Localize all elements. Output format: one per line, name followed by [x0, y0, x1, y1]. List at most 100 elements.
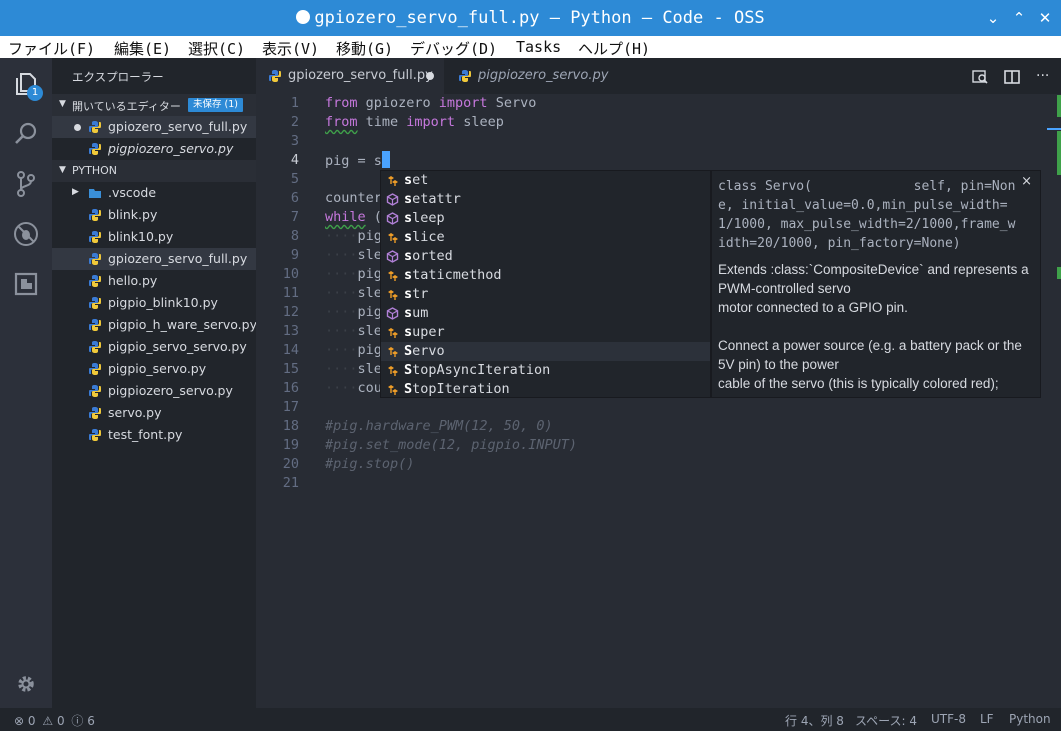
class-icon: [388, 176, 398, 186]
suggestion-item[interactable]: sleep: [381, 209, 710, 228]
menu-tasks[interactable]: Tasks: [516, 38, 561, 56]
suggestion-item[interactable]: sorted: [381, 247, 710, 266]
problems-indicator[interactable]: ⊗ 0 ⚠ 0 ⓘ 6: [14, 712, 95, 729]
more-actions-icon[interactable]: ···: [1036, 69, 1052, 85]
suggestion-label: Servo: [404, 343, 445, 359]
warning-icon: ⚠: [42, 714, 54, 728]
file-name: pigpio_servo.py: [108, 361, 207, 376]
code-line-15: ····sle: [325, 361, 382, 377]
open-changes-icon[interactable]: [972, 69, 988, 85]
line-number: 18: [282, 418, 299, 434]
line-number: 7: [290, 209, 299, 225]
extensions-icon[interactable]: [12, 270, 40, 298]
tab-label: pigpiozero_servo.py: [478, 68, 609, 83]
line-number: 11: [282, 285, 299, 301]
suggestion-item[interactable]: sum: [381, 304, 710, 323]
file-item[interactable]: test_font.py: [52, 424, 256, 446]
language-mode[interactable]: Python: [1009, 712, 1051, 726]
split-editor-icon[interactable]: [1004, 69, 1020, 85]
encoding[interactable]: UTF-8: [931, 712, 966, 726]
suggestion-label: set: [404, 172, 429, 188]
suggestion-item[interactable]: Servo: [381, 342, 710, 361]
suggestion-item[interactable]: setattr: [381, 190, 710, 209]
file-item[interactable]: pigpio_blink10.py: [52, 292, 256, 314]
suggestion-item[interactable]: set: [381, 171, 710, 190]
menu-bar: ファイル(F) 編集(E) 選択(C) 表示(V) 移動(G) デバッグ(D) …: [0, 36, 1061, 58]
tab-gpiozero-servo-full[interactable]: gpiozero_servo_full.py: [256, 58, 444, 94]
suggestion-label: staticmethod: [404, 267, 502, 283]
folder-header[interactable]: ▼ PYTHON: [52, 160, 256, 182]
file-item[interactable]: gpiozero_servo_full.py: [52, 248, 256, 270]
open-editor-item[interactable]: pigpiozero_servo.py: [52, 138, 256, 160]
file-name: blink10.py: [108, 229, 174, 244]
code-line-11: ····sle: [325, 285, 382, 301]
open-editors-header[interactable]: ▼ 開いているエディター 未保存 (1): [52, 94, 256, 116]
minimize-button[interactable]: ⌄: [983, 8, 1003, 28]
folder-name: .vscode: [108, 185, 157, 200]
menu-file[interactable]: ファイル(F): [8, 38, 95, 59]
file-item[interactable]: blink10.py: [52, 226, 256, 248]
suggestion-label: setattr: [404, 191, 461, 207]
suggestion-item[interactable]: super: [381, 323, 710, 342]
line-number: 17: [282, 399, 299, 415]
function-icon: [386, 307, 399, 320]
file-name: blink.py: [108, 207, 158, 222]
explorer-sidebar: エクスプローラー ▼ 開いているエディター 未保存 (1) gpiozero_s…: [52, 58, 257, 708]
file-name: pigpiozero_servo.py: [108, 383, 233, 398]
suggestion-item[interactable]: StopAsyncIteration: [381, 361, 710, 380]
open-editor-item[interactable]: gpiozero_servo_full.py: [52, 116, 256, 138]
class-icon: [388, 328, 398, 338]
file-item[interactable]: blink.py: [52, 204, 256, 226]
chevron-down-icon: ▼: [59, 165, 66, 175]
gear-icon[interactable]: [12, 670, 40, 698]
menu-debug[interactable]: デバッグ(D): [410, 38, 497, 59]
suggestion-label: sum: [404, 305, 429, 321]
file-item[interactable]: pigpio_servo.py: [52, 358, 256, 380]
text-cursor: [381, 151, 390, 168]
line-number: 1: [290, 95, 299, 111]
menu-view[interactable]: 表示(V): [262, 38, 319, 59]
file-item[interactable]: servo.py: [52, 402, 256, 424]
menu-go[interactable]: 移動(G): [336, 38, 393, 59]
chevron-down-icon: ▼: [59, 99, 66, 109]
menu-selection[interactable]: 選択(C): [188, 38, 245, 59]
file-item[interactable]: hello.py: [52, 270, 256, 292]
debug-icon[interactable]: [12, 220, 40, 248]
menu-help[interactable]: ヘルプ(H): [578, 38, 650, 59]
suggestion-item[interactable]: slice: [381, 228, 710, 247]
folder-item[interactable]: ▶ .vscode: [52, 182, 256, 204]
line-number: 2: [290, 114, 299, 130]
python-icon: [269, 70, 281, 82]
suggest-widget: set setattr sleep slice sorted staticmethod st…: [380, 170, 711, 398]
suggestion-item[interactable]: str: [381, 285, 710, 304]
close-details-button[interactable]: ×: [1021, 174, 1032, 189]
file-item[interactable]: pigpiozero_servo.py: [52, 380, 256, 402]
menu-edit[interactable]: 編集(E): [114, 38, 171, 59]
modified-dot-icon[interactable]: [426, 72, 434, 80]
close-window-button[interactable]: ✕: [1035, 8, 1055, 28]
source-control-icon[interactable]: [12, 170, 40, 198]
tab-pigpiozero-servo[interactable]: pigpiozero_servo.py: [446, 58, 616, 94]
suggest-details: class Servo( self, pin=None, initial_val…: [711, 170, 1041, 398]
change-marker: [1057, 267, 1061, 279]
indentation[interactable]: スペース: 4: [855, 712, 917, 729]
line-number: 6: [290, 190, 299, 206]
editor-tabs: gpiozero_servo_full.py pigpiozero_servo.…: [256, 58, 1061, 94]
unsaved-dot-icon: [296, 10, 311, 24]
file-name: servo.py: [108, 405, 162, 420]
file-name: test_font.py: [108, 427, 183, 442]
line-number: 21: [282, 475, 299, 491]
cursor-position[interactable]: 行 4、列 8: [785, 712, 844, 729]
python-icon: [89, 209, 101, 221]
file-item[interactable]: pigpio_servo_servo.py: [52, 336, 256, 358]
maximize-button[interactable]: ⌃: [1009, 8, 1029, 28]
suggestion-item[interactable]: StopIteration: [381, 380, 710, 399]
unsaved-badge: 未保存 (1): [188, 98, 243, 112]
python-icon: [89, 341, 101, 353]
python-icon: [89, 407, 101, 419]
file-item[interactable]: pigpio_h_ware_servo.py: [52, 314, 257, 336]
search-icon[interactable]: [12, 120, 40, 148]
code-line-18: #pig.hardware_PWM(12, 50, 0): [325, 418, 553, 434]
end-of-line[interactable]: LF: [980, 712, 994, 726]
suggestion-item[interactable]: staticmethod: [381, 266, 710, 285]
